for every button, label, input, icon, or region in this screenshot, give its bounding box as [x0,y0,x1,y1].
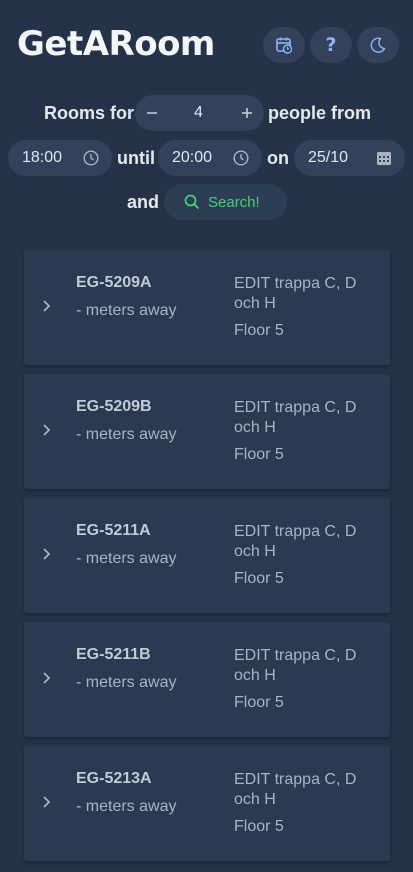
room-building: EDIT trappa C, D och H [234,523,357,560]
room-floor: Floor 5 [234,818,284,835]
room-card[interactable]: EG-5213A - meters away EDIT trappa C, D … [24,746,390,861]
room-distance: - meters away [76,674,177,691]
until-label: until [117,148,155,168]
room-card[interactable]: EG-5209A - meters away EDIT trappa C, D … [24,250,390,365]
room-distance: - meters away [76,550,177,567]
clock-icon [233,150,249,166]
dark-mode-toggle[interactable] [357,27,399,63]
people-from-label: people from [268,103,372,123]
people-stepper[interactable]: 4 [135,95,264,131]
help-icon: ? [325,34,337,56]
room-card[interactable]: EG-5209B - meters away EDIT trappa C, D … [24,374,390,489]
minus-icon [147,112,157,114]
room-building: EDIT trappa C, D och H [234,275,357,312]
moon-icon [370,37,386,53]
room-floor: Floor 5 [234,322,284,339]
room-card[interactable]: EG-5211B - meters away EDIT trappa C, D … [24,622,390,737]
and-label: and [127,192,160,212]
room-name: EG-5209A [76,274,152,291]
room-name: EG-5211B [76,646,151,663]
help-button[interactable]: ? [310,27,352,63]
people-row: Rooms for 4 people from [0,95,413,131]
plus-icon [242,108,252,118]
decrement-button[interactable] [137,95,167,131]
search-button[interactable]: Search! [164,184,287,220]
room-building: EDIT trappa C, D och H [234,647,357,684]
submit-row: and Search! [0,184,413,220]
date-input[interactable]: 25/10 [294,140,405,176]
start-time-value: 18:00 [22,149,63,166]
calendar-clock-icon [276,37,293,54]
app-title: GetARoom [17,24,215,64]
calendar-icon [377,152,391,165]
room-floor: Floor 5 [234,694,284,711]
room-building: EDIT trappa C, D och H [234,399,357,436]
chevron-right-icon[interactable] [41,795,51,809]
app-header: GetARoom ? [0,0,413,90]
schedule-button[interactable] [263,27,305,63]
rooms-for-label: Rooms for [44,103,134,123]
date-value: 25/10 [308,149,349,166]
chevron-right-icon[interactable] [41,423,51,437]
room-distance: - meters away [76,426,177,443]
increment-button[interactable] [232,95,262,131]
start-time-input[interactable]: 18:00 [8,140,112,176]
room-card[interactable]: EG-5211A - meters away EDIT trappa C, D … [24,498,390,613]
chevron-right-icon[interactable] [41,547,51,561]
room-floor: Floor 5 [234,446,284,463]
room-distance: - meters away [76,798,177,815]
chevron-right-icon[interactable] [41,299,51,313]
room-floor: Floor 5 [234,570,284,587]
room-building: EDIT trappa C, D och H [234,771,357,808]
end-time-value: 20:00 [172,149,213,166]
clock-icon [83,150,99,166]
room-distance: - meters away [76,302,177,319]
room-name: EG-5211A [76,522,151,539]
room-name: EG-5209B [76,398,152,415]
end-time-input[interactable]: 20:00 [158,140,262,176]
people-count: 4 [194,104,203,121]
search-icon [184,194,200,210]
time-row: 18:00 until 20:00 on 25/10 [0,140,413,176]
search-button-label: Search! [208,193,260,211]
on-label: on [267,148,289,168]
chevron-right-icon[interactable] [41,671,51,685]
room-name: EG-5213A [76,770,152,787]
